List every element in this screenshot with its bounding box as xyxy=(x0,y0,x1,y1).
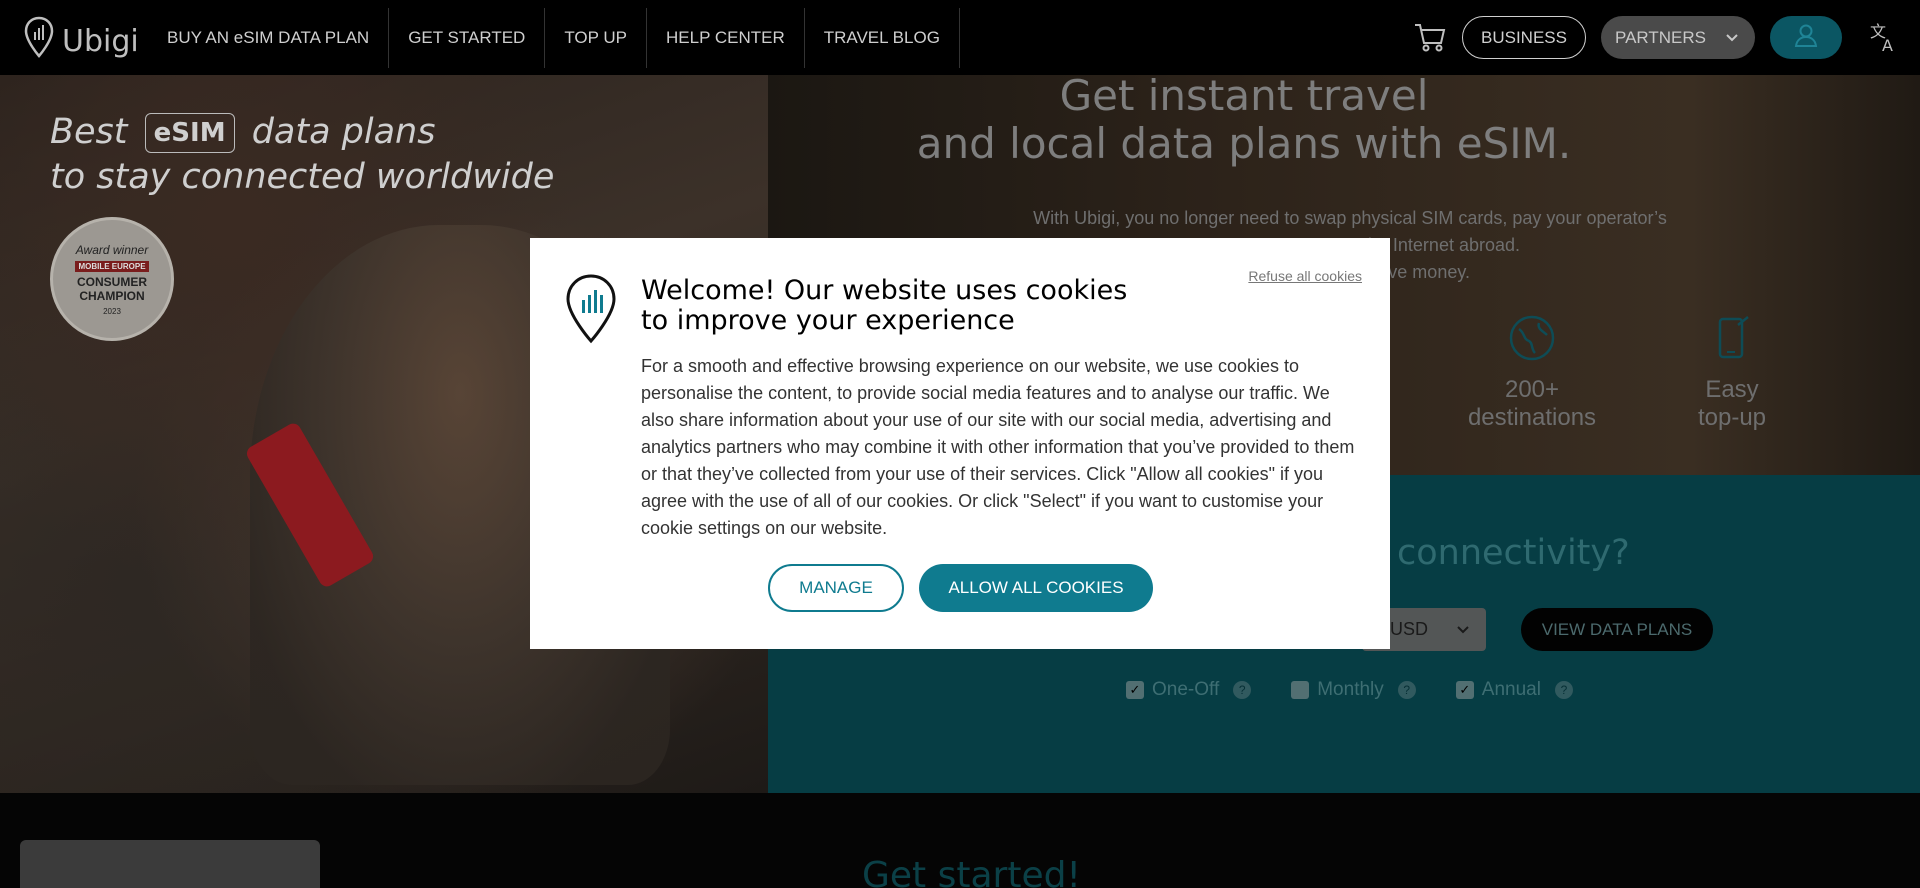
tagline-line2: to stay connected worldwide xyxy=(50,157,555,197)
partners-label: PARTNERS xyxy=(1615,27,1707,47)
language-icon[interactable]: 文A xyxy=(1870,21,1900,58)
cookie-modal: Refuse all cookies Welcome! Our website … xyxy=(530,238,1390,649)
nav-travel-blog[interactable]: TRAVEL BLOG xyxy=(805,7,960,68)
view-data-plans-button[interactable]: VIEW DATA PLANS xyxy=(1521,608,1713,651)
filter-one-off-label: One-Off xyxy=(1152,679,1220,700)
filter-annual-label: Annual xyxy=(1481,679,1541,700)
filter-annual[interactable]: ✓ Annual ? xyxy=(1455,679,1573,701)
award-line2: MOBILE EUROPE xyxy=(75,260,149,272)
cookie-modal-body: For a smooth and effective browsing expe… xyxy=(641,356,1355,538)
nav-buy-esim[interactable]: BUY AN eSIM DATA PLAN xyxy=(148,7,390,68)
globe-icon xyxy=(1457,315,1607,368)
logo-text: Ubigi xyxy=(62,23,139,59)
nav-help-center[interactable]: HELP CENTER xyxy=(647,7,805,68)
chevron-down-icon xyxy=(1456,619,1470,640)
feature-topup-line1: Easy xyxy=(1705,376,1759,403)
tagline-post: data plans xyxy=(251,112,436,152)
get-started-heading: Get started! xyxy=(862,855,1081,888)
main-menu: BUY AN eSIM DATA PLAN GET STARTED TOP UP… xyxy=(148,0,960,75)
filter-monthly-label: Monthly xyxy=(1317,679,1384,700)
cart-icon[interactable] xyxy=(1413,21,1447,58)
help-icon[interactable]: ? xyxy=(1233,681,1252,699)
feature-topup-line2: top-up xyxy=(1697,404,1767,431)
partners-dropdown[interactable]: PARTNERS xyxy=(1601,16,1755,59)
feature-destinations-line2: destinations xyxy=(1467,404,1597,431)
checkbox-checked[interactable]: ✓ xyxy=(1455,681,1474,699)
help-icon[interactable]: ? xyxy=(1397,681,1416,699)
account-button[interactable] xyxy=(1770,16,1842,59)
filter-one-off[interactable]: ✓ One-Off ? xyxy=(1126,679,1252,701)
checkbox-checked[interactable]: ✓ xyxy=(1126,681,1144,699)
hero-title-line2: and local data plans with eSIM. xyxy=(916,119,1572,168)
award-year: 2023 xyxy=(103,306,121,316)
business-button[interactable]: BUSINESS xyxy=(1462,16,1586,59)
ubigi-logo[interactable]: Ubigi xyxy=(24,16,139,66)
page: Ubigi BUY AN eSIM DATA PLAN GET STARTED … xyxy=(0,0,1920,888)
allow-all-cookies-button[interactable]: ALLOW ALL COOKIES xyxy=(919,564,1153,612)
hero-tagline: Best eSIM data plans to stay connected w… xyxy=(50,110,554,200)
tagline-pre: Best xyxy=(50,112,128,152)
nav-get-started[interactable]: GET STARTED xyxy=(389,7,546,68)
esim-badge: eSIM xyxy=(144,113,235,153)
checkbox-unchecked[interactable] xyxy=(1291,681,1310,699)
hero-title: Get instant travel and local data plans … xyxy=(768,72,1920,168)
award-badge: Award winner MOBILE EUROPE CONSUMER CHAM… xyxy=(50,217,174,341)
chevron-down-icon xyxy=(1725,28,1739,48)
help-icon[interactable]: ? xyxy=(1554,681,1573,699)
cookie-modal-title: Welcome! Our website uses cookies to imp… xyxy=(641,275,1128,336)
award-line1: Award winner xyxy=(75,242,149,257)
user-icon xyxy=(1793,22,1819,53)
feature-destinations: 200+ destinations xyxy=(1457,315,1607,432)
chat-widget[interactable] xyxy=(20,840,320,888)
award-line3: CONSUMER xyxy=(76,274,147,289)
award-line4: CHAMPION xyxy=(79,288,145,303)
manage-cookies-button[interactable]: MANAGE xyxy=(768,564,904,612)
location-pin-icon xyxy=(24,16,54,66)
svg-text:A: A xyxy=(1882,36,1893,53)
filter-monthly[interactable]: Monthly ? xyxy=(1291,679,1416,701)
feature-destinations-line1: 200+ xyxy=(1504,376,1560,403)
ubigi-pin-icon xyxy=(565,273,617,350)
currency-value: USD xyxy=(1390,619,1429,639)
hero-desc-line1: With Ubigi, you no longer need to swap p… xyxy=(1033,208,1667,228)
plan-type-filters: ✓ One-Off ? Monthly ? ✓ Annual ? xyxy=(1126,679,1573,701)
finder-question: connectivity? xyxy=(1397,533,1630,573)
hero-title-line1: Get instant travel xyxy=(1059,71,1429,120)
refuse-all-cookies-link[interactable]: Refuse all cookies xyxy=(1248,268,1362,284)
top-nav: Ubigi BUY AN eSIM DATA PLAN GET STARTED … xyxy=(0,0,1920,75)
phone-icon xyxy=(1672,315,1792,368)
feature-topup: Easy top-up xyxy=(1672,315,1792,432)
nav-top-up[interactable]: TOP UP xyxy=(545,7,647,68)
